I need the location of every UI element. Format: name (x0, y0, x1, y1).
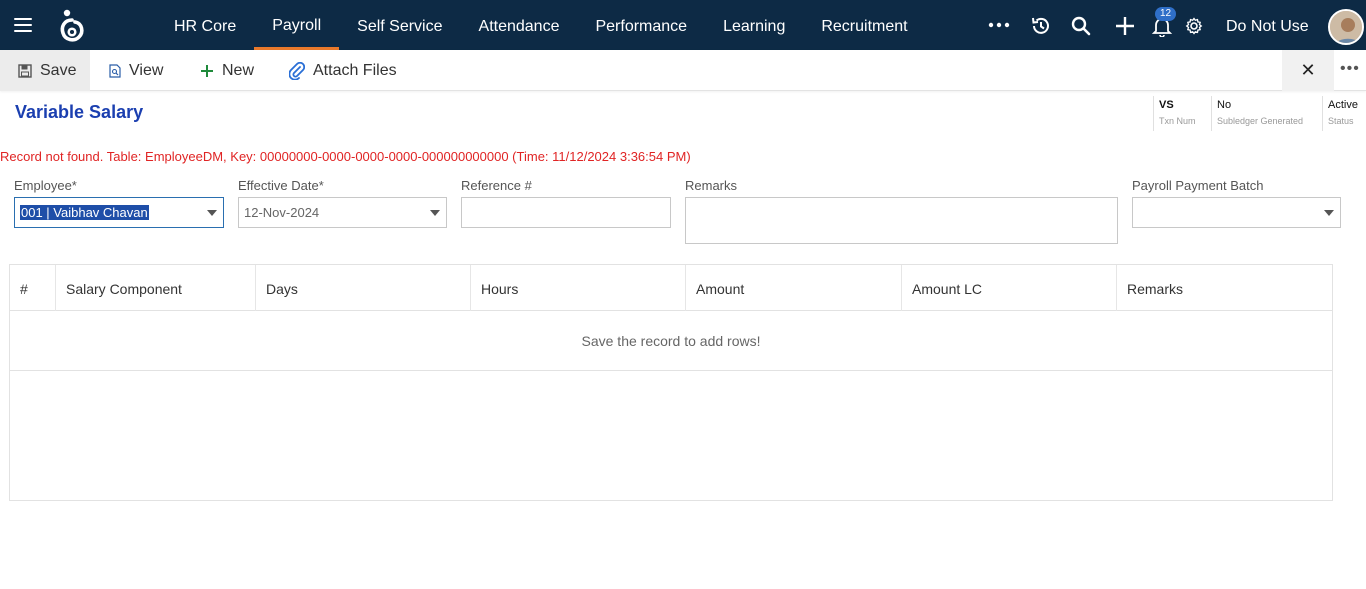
action-toolbar: Save View New Attach Files ✕ ••• (0, 50, 1366, 91)
txn-num-label: Txn Num (1159, 116, 1196, 126)
column-header-amount-lc[interactable]: Amount LC (902, 265, 1117, 311)
module-nav: HR Core Payroll Self Service Attendance … (156, 0, 926, 50)
settings-gear-icon[interactable] (1185, 17, 1203, 35)
txn-num-value: VS (1159, 99, 1174, 111)
grid-header-row: # Salary Component Days Hours Amount Amo… (10, 265, 1332, 311)
paperclip-icon (289, 61, 305, 80)
attach-files-label: Attach Files (313, 61, 397, 79)
nav-learning[interactable]: Learning (705, 0, 803, 50)
search-icon[interactable] (1070, 15, 1092, 37)
app-logo-icon[interactable] (58, 8, 86, 44)
remarks-label: Remarks (685, 178, 738, 193)
subledger-label: Subledger Generated (1217, 116, 1304, 126)
nav-self-service[interactable]: Self Service (339, 0, 460, 50)
effective-date-picker[interactable]: 12-Nov-2024 (238, 197, 447, 228)
nav-recruitment[interactable]: Recruitment (803, 0, 925, 50)
notification-count-badge: 12 (1155, 7, 1177, 21)
top-navigation-bar: HR Core Payroll Self Service Attendance … (0, 0, 1366, 50)
add-icon[interactable] (1114, 15, 1136, 37)
column-header-hours[interactable]: Hours (471, 265, 686, 311)
effective-date-label: Effective Date* (238, 178, 324, 193)
column-header-days[interactable]: Days (256, 265, 471, 311)
plus-icon (201, 64, 213, 77)
effective-date-caret-icon[interactable] (430, 210, 440, 216)
column-header-remarks[interactable]: Remarks (1117, 265, 1332, 311)
reference-label: Reference # (461, 178, 532, 193)
toolbar-more-icon[interactable]: ••• (1340, 50, 1360, 91)
txn-num-info: VS Txn Num (1153, 96, 1211, 131)
employee-dropdown-caret-icon[interactable] (207, 210, 217, 216)
nav-attendance[interactable]: Attendance (461, 0, 578, 50)
column-header-number[interactable]: # (10, 265, 56, 311)
column-header-amount[interactable]: Amount (686, 265, 902, 311)
new-button[interactable]: New (200, 50, 254, 91)
nav-hr-core[interactable]: HR Core (156, 0, 254, 50)
employee-selected-value: 001 | Vaibhav Chavan (20, 205, 149, 220)
user-photo-icon (1330, 11, 1362, 43)
payroll-batch-select[interactable] (1132, 197, 1341, 228)
attach-files-button[interactable]: Attach Files (289, 50, 397, 91)
close-icon: ✕ (1300, 60, 1316, 80)
subledger-info: No Subledger Generated (1211, 96, 1321, 131)
user-menu-label[interactable]: Do Not Use (1226, 0, 1309, 54)
page-title: Variable Salary (15, 102, 144, 122)
view-button[interactable]: View (109, 50, 163, 91)
more-options-icon[interactable] (988, 20, 1010, 30)
save-disk-icon (18, 63, 32, 78)
reference-input[interactable] (461, 197, 671, 228)
save-button[interactable]: Save (0, 50, 90, 91)
error-message: Record not found. Table: EmployeeDM, Key… (0, 149, 691, 164)
hamburger-menu-icon[interactable] (14, 18, 32, 32)
close-button[interactable]: ✕ (1282, 50, 1334, 91)
nav-payroll[interactable]: Payroll (254, 0, 340, 50)
payroll-batch-caret-icon[interactable] (1324, 210, 1334, 216)
status-value: Active (1328, 99, 1358, 111)
status-info: Active Status (1322, 96, 1366, 131)
salary-components-grid: # Salary Component Days Hours Amount Amo… (9, 264, 1333, 501)
nav-performance[interactable]: Performance (577, 0, 705, 50)
history-icon[interactable] (1030, 15, 1052, 37)
employee-label: Employee* (14, 178, 77, 193)
effective-date-value: 12-Nov-2024 (244, 205, 320, 220)
grid-empty-message: Save the record to add rows! (10, 311, 1332, 371)
remarks-textarea[interactable] (685, 197, 1118, 244)
column-header-salary-component[interactable]: Salary Component (56, 265, 256, 311)
save-label: Save (40, 61, 77, 79)
subledger-value: No (1217, 99, 1232, 111)
user-avatar[interactable] (1328, 9, 1364, 45)
status-label: Status (1328, 116, 1354, 126)
view-document-icon (109, 63, 121, 78)
new-label: New (222, 61, 255, 79)
payroll-batch-label: Payroll Payment Batch (1132, 178, 1264, 193)
view-label: View (129, 61, 164, 79)
employee-select[interactable]: 001 | Vaibhav Chavan (14, 197, 224, 228)
